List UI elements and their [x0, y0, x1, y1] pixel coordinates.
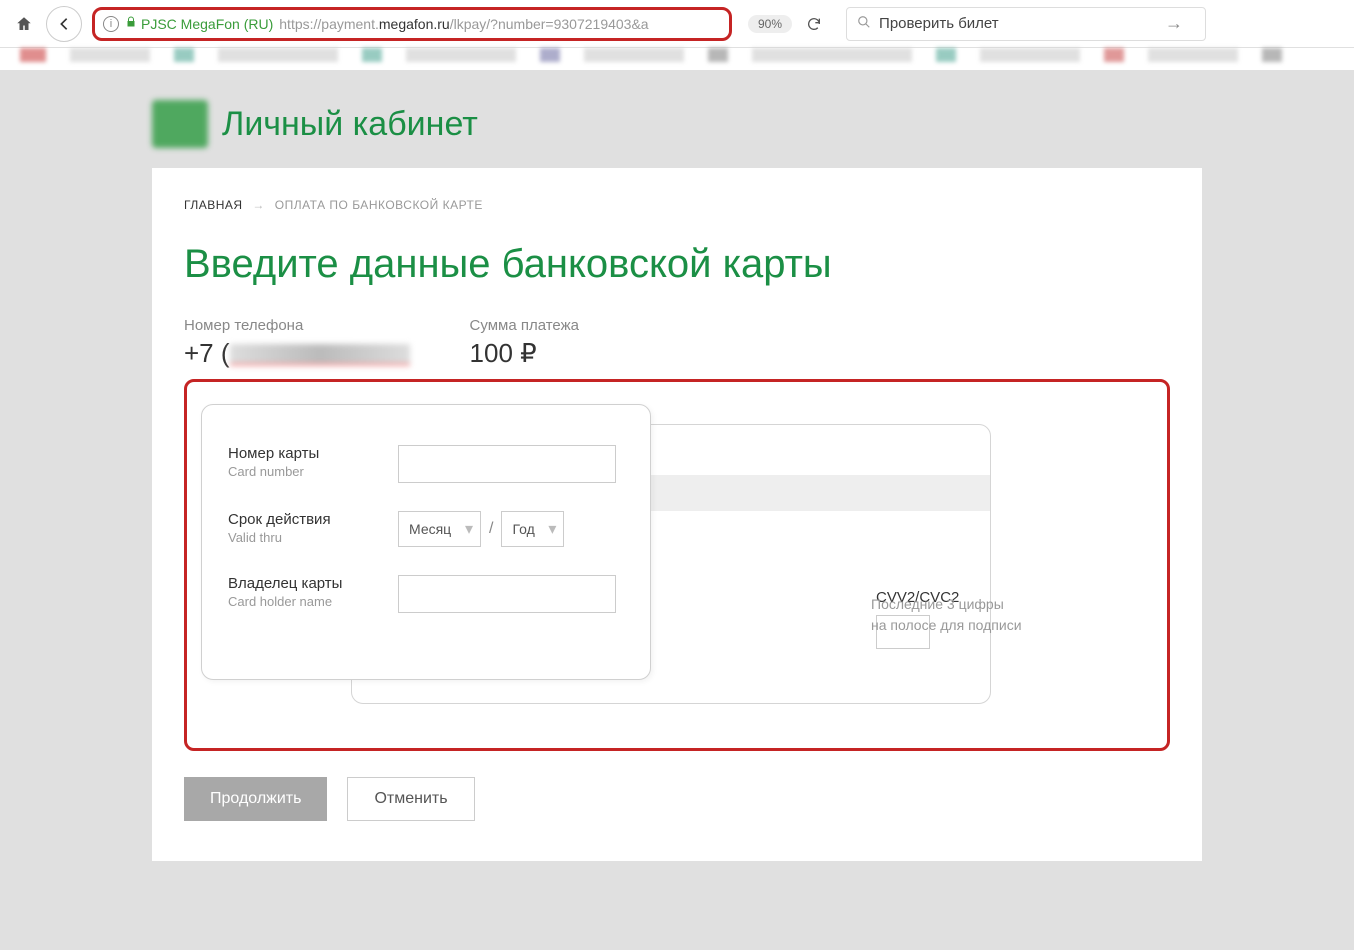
- ssl-org: PJSC MegaFon (RU): [141, 16, 273, 32]
- breadcrumb-home[interactable]: ГЛАВНАЯ: [184, 198, 243, 212]
- url-prefix: https://payment.: [279, 16, 379, 32]
- browser-toolbar: i PJSC MegaFon (RU) https://payment. meg…: [0, 0, 1354, 48]
- valid-label-en: Valid thru: [228, 530, 398, 545]
- cardnum-label-en: Card number: [228, 464, 398, 479]
- phone-masked: [230, 344, 410, 366]
- amount-label: Сумма платежа: [470, 317, 579, 334]
- date-slash: /: [489, 520, 493, 538]
- brand-title: Личный кабинет: [222, 105, 478, 144]
- phone-block: Номер телефона +7 (: [184, 317, 410, 369]
- valid-label-ru: Срок действия: [228, 511, 398, 528]
- breadcrumb-sep: →: [252, 198, 265, 212]
- url-path: /lkpay/: [450, 16, 490, 32]
- zoom-badge[interactable]: 90%: [748, 15, 792, 33]
- lock-icon: [125, 15, 137, 32]
- search-icon: [857, 15, 871, 33]
- tab-strip: [0, 48, 1354, 70]
- cardnum-label-ru: Номер карты: [228, 445, 398, 462]
- back-button[interactable]: [46, 6, 82, 42]
- info-icon[interactable]: i: [103, 16, 119, 32]
- cvv-hint: Последние 3 цифры на полосе для подписи: [871, 594, 1071, 636]
- breadcrumb-current: ОПЛАТА ПО БАНКОВСКОЙ КАРТЕ: [275, 198, 483, 212]
- holder-input[interactable]: [398, 575, 616, 613]
- card-form-highlight: CVV2/CVC2 Номер карты Card number: [184, 379, 1170, 751]
- year-select[interactable]: Год: [501, 511, 564, 547]
- amount-block: Сумма платежа 100 ₽: [470, 317, 579, 369]
- content-panel: ГЛАВНАЯ → ОПЛАТА ПО БАНКОВСКОЙ КАРТЕ Вве…: [152, 168, 1202, 861]
- phone-value: +7 (: [184, 338, 410, 369]
- cardnum-input[interactable]: [398, 445, 616, 483]
- logo[interactable]: [152, 100, 208, 148]
- go-arrow-icon[interactable]: →: [1153, 13, 1195, 34]
- amount-value: 100 ₽: [470, 338, 579, 369]
- continue-button[interactable]: Продолжить: [184, 777, 327, 821]
- holder-label-ru: Владелец карты: [228, 575, 398, 592]
- month-select[interactable]: Месяц: [398, 511, 481, 547]
- site-header: Личный кабинет: [152, 70, 1202, 168]
- holder-label-en: Card holder name: [228, 594, 398, 609]
- breadcrumb: ГЛАВНАЯ → ОПЛАТА ПО БАНКОВСКОЙ КАРТЕ: [184, 198, 1170, 212]
- cancel-button[interactable]: Отменить: [347, 777, 474, 821]
- home-icon[interactable]: [8, 8, 40, 40]
- search-placeholder: Проверить билет: [879, 15, 999, 32]
- address-bar[interactable]: i PJSC MegaFon (RU) https://payment. meg…: [92, 7, 732, 41]
- search-box[interactable]: Проверить билет →: [846, 7, 1206, 41]
- reload-button[interactable]: [798, 8, 830, 40]
- phone-label: Номер телефона: [184, 317, 410, 334]
- page-body: Личный кабинет ГЛАВНАЯ → ОПЛАТА ПО БАНКО…: [0, 70, 1354, 950]
- card-front: Номер карты Card number Срок действия Va…: [201, 404, 651, 680]
- url-domain: megafon.ru: [379, 16, 450, 32]
- page-title: Введите данные банковской карты: [184, 242, 1170, 287]
- url-query: ?number=9307219403&a: [490, 16, 648, 32]
